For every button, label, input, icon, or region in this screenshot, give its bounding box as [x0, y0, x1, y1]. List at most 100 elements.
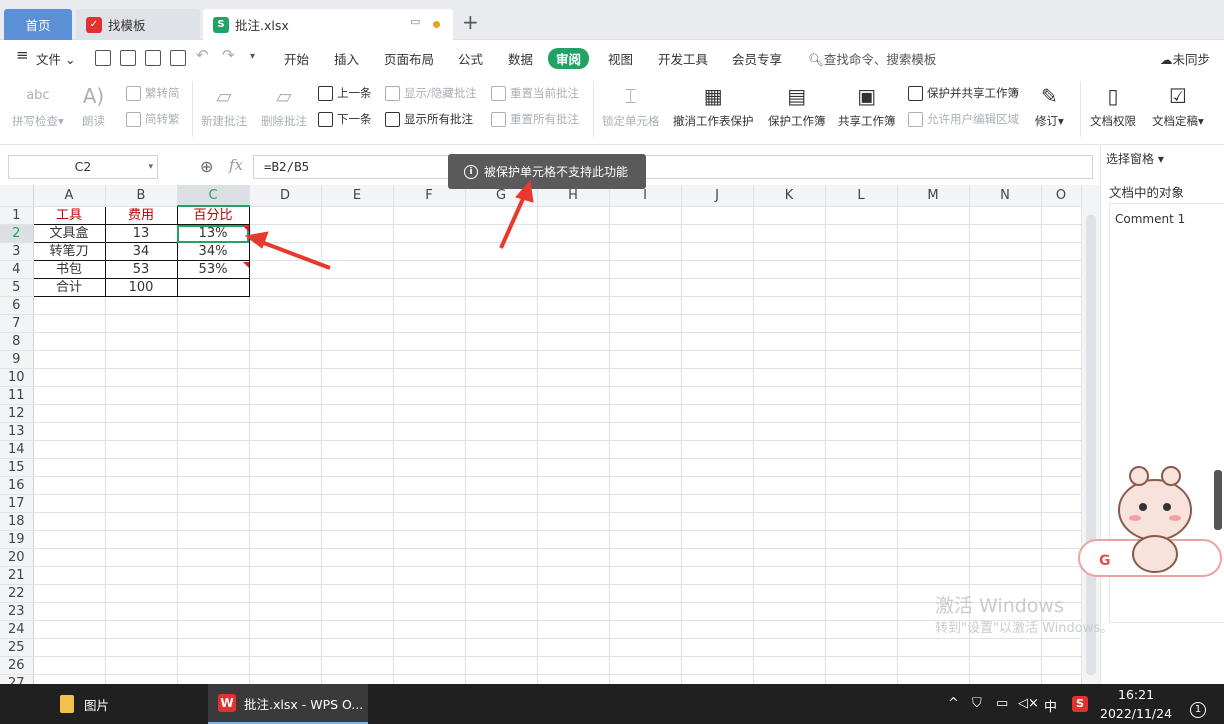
cell[interactable]	[753, 332, 826, 351]
cell[interactable]	[609, 656, 682, 675]
delete-comment-button[interactable]: ▱ 删除批注	[261, 83, 307, 129]
cell[interactable]	[33, 458, 106, 477]
menu-start[interactable]: 开始	[284, 49, 309, 68]
cell[interactable]	[105, 656, 178, 675]
cell[interactable]	[825, 404, 898, 423]
cell[interactable]	[33, 422, 106, 441]
selection-pane-toggle[interactable]: 选择窗格 ▾	[1106, 150, 1164, 167]
cell[interactable]	[465, 296, 538, 315]
cell[interactable]: 工具	[32, 205, 106, 225]
cell[interactable]	[753, 440, 826, 459]
cell[interactable]	[177, 422, 250, 441]
cell[interactable]: 百分比	[176, 205, 250, 225]
cell[interactable]	[465, 476, 538, 495]
cell[interactable]	[249, 494, 322, 513]
cell[interactable]	[897, 440, 970, 459]
cell[interactable]	[681, 206, 754, 225]
cell[interactable]	[321, 404, 394, 423]
spreadsheet-grid[interactable]: A B C D E F G H I J K L M N O 1 工具 费用 百分比 2 文具盒 13 13% 3 转笔刀 34 34…	[0, 185, 1082, 684]
cell[interactable]: 34%	[176, 242, 250, 261]
cell[interactable]	[105, 440, 178, 459]
cell[interactable]	[897, 638, 970, 657]
menu-file[interactable]: 文件 ⌄	[36, 49, 75, 68]
column-header[interactable]: E	[321, 185, 394, 207]
cell[interactable]	[105, 602, 178, 621]
cell[interactable]	[969, 440, 1042, 459]
cell[interactable]	[609, 386, 682, 405]
cell[interactable]	[105, 512, 178, 531]
cell[interactable]	[321, 386, 394, 405]
cell[interactable]	[681, 638, 754, 657]
cell[interactable]	[321, 584, 394, 603]
cell[interactable]	[177, 368, 250, 387]
cell[interactable]	[321, 440, 394, 459]
cell[interactable]	[825, 422, 898, 441]
cell[interactable]	[393, 620, 466, 639]
cell[interactable]	[609, 566, 682, 585]
sheet-table[interactable]: A B C D E F G H I J K L M N O 1 工具 费用 百分比 2 文具盒 13 13% 3 转笔刀 34 34…	[0, 185, 1082, 684]
command-search[interactable]: 🔍︎查找命令、搜索模板	[808, 49, 936, 68]
cell[interactable]	[33, 584, 106, 603]
cell[interactable]	[897, 530, 970, 549]
cell[interactable]	[105, 620, 178, 639]
column-header[interactable]: K	[753, 185, 826, 207]
cell[interactable]	[681, 620, 754, 639]
cell[interactable]	[1041, 566, 1082, 585]
cell[interactable]	[33, 620, 106, 639]
cell[interactable]	[609, 620, 682, 639]
cell[interactable]	[177, 620, 250, 639]
row-header[interactable]: 2	[0, 224, 34, 243]
column-header[interactable]: A	[33, 185, 106, 207]
cell[interactable]	[969, 476, 1042, 495]
cell[interactable]	[321, 512, 394, 531]
cell[interactable]	[609, 242, 682, 261]
cell[interactable]	[897, 206, 970, 225]
cell[interactable]	[465, 314, 538, 333]
cell[interactable]	[33, 656, 106, 675]
cell[interactable]	[681, 674, 754, 684]
cell[interactable]	[825, 656, 898, 675]
cell[interactable]	[393, 674, 466, 684]
cell[interactable]	[897, 674, 970, 684]
cell[interactable]	[681, 494, 754, 513]
cell[interactable]	[681, 602, 754, 621]
cell[interactable]	[249, 404, 322, 423]
cell[interactable]	[1041, 656, 1082, 675]
cell[interactable]	[177, 584, 250, 603]
cell[interactable]	[537, 260, 610, 279]
function-icon[interactable]: fx	[229, 156, 243, 174]
sync-status[interactable]: ☁未同步	[1160, 49, 1210, 68]
cell[interactable]	[753, 350, 826, 369]
cell[interactable]	[33, 638, 106, 657]
cell[interactable]	[609, 404, 682, 423]
cell[interactable]	[1041, 476, 1082, 495]
cell[interactable]: 文具盒	[32, 224, 106, 243]
cell[interactable]	[537, 386, 610, 405]
cell[interactable]	[897, 278, 970, 297]
cell[interactable]	[897, 458, 970, 477]
vertical-scrollbar[interactable]	[1082, 185, 1100, 684]
cell[interactable]	[537, 530, 610, 549]
cell[interactable]	[537, 332, 610, 351]
network-icon[interactable]: ▭	[996, 696, 1008, 711]
cell[interactable]	[33, 566, 106, 585]
cell[interactable]	[177, 512, 250, 531]
cell[interactable]	[609, 674, 682, 684]
cell[interactable]	[753, 224, 826, 243]
cell[interactable]	[825, 224, 898, 243]
cell[interactable]	[1041, 368, 1082, 387]
cell[interactable]	[969, 494, 1042, 513]
cell[interactable]	[33, 332, 106, 351]
cell[interactable]	[177, 350, 250, 369]
cell[interactable]: 转笔刀	[32, 242, 106, 261]
cell[interactable]	[33, 296, 106, 315]
cell[interactable]	[249, 278, 322, 297]
cell[interactable]: 53%	[176, 260, 250, 279]
taskbar-pictures[interactable]: 图片	[50, 684, 205, 724]
cell[interactable]	[33, 404, 106, 423]
cell[interactable]	[537, 404, 610, 423]
menu-insert[interactable]: 插入	[334, 49, 359, 68]
cell[interactable]	[393, 476, 466, 495]
menu-data[interactable]: 数据	[508, 49, 533, 68]
cell[interactable]	[465, 620, 538, 639]
